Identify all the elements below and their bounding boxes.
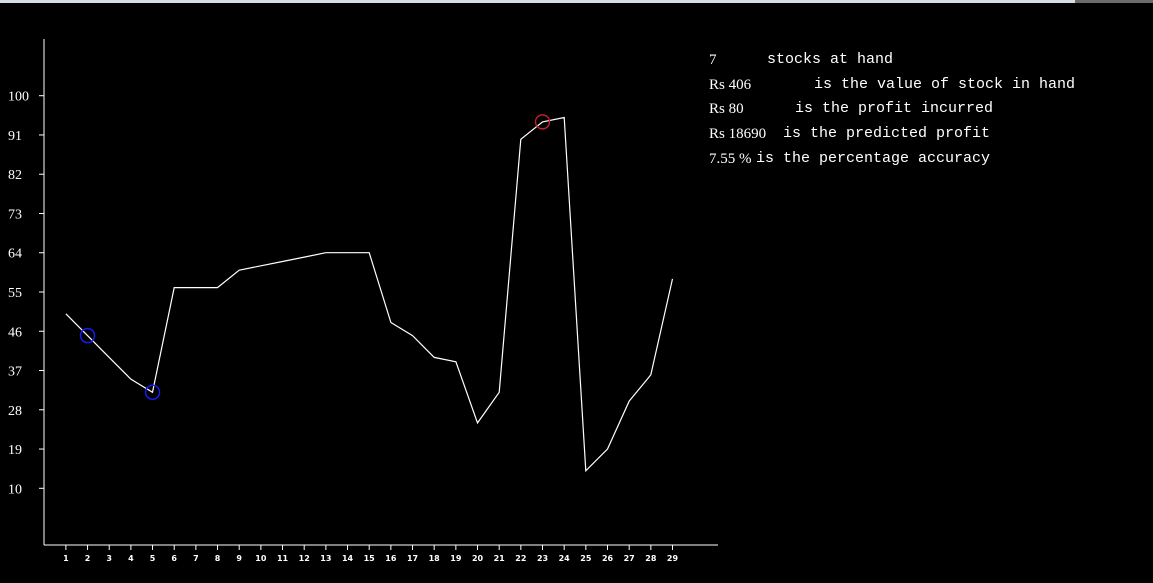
- y-tick-label: 55: [8, 286, 22, 301]
- stocks-at-hand-label: stocks at hand: [767, 51, 894, 68]
- accuracy-value: 7.55 %: [709, 150, 752, 167]
- x-tick-label: 13: [320, 554, 331, 563]
- y-tick-label: 46: [8, 325, 22, 340]
- x-tick-label: 16: [385, 554, 397, 563]
- x-tick-label: 6: [171, 554, 177, 563]
- x-tick-label: 22: [515, 554, 526, 563]
- x-tick-label: 26: [602, 554, 614, 563]
- x-tick-label: 7: [193, 554, 199, 563]
- predicted-profit-amount: Rs 18690: [709, 126, 767, 143]
- x-tick-label: 21: [494, 554, 506, 563]
- x-tick-label: 14: [342, 554, 354, 563]
- y-tick-label: 73: [8, 207, 22, 222]
- y-tick-label: 91: [8, 129, 22, 144]
- x-tick-label: 1: [63, 554, 69, 563]
- y-tick-label: 10: [8, 482, 22, 497]
- x-tick-label: 5: [150, 554, 156, 563]
- x-tick-label: 19: [450, 554, 462, 563]
- y-tick-label: 82: [8, 168, 22, 183]
- accuracy-label: is the percentage accuracy: [756, 149, 991, 167]
- x-tick-label: 9: [236, 554, 242, 563]
- y-tick-label: 100: [8, 90, 29, 105]
- profit-incurred-amount: Rs 80: [709, 101, 744, 118]
- x-tick-label: 2: [85, 554, 91, 563]
- x-tick-label: 23: [537, 554, 548, 563]
- price-line: [65, 116, 674, 473]
- stock-value-amount: Rs 406: [709, 76, 752, 93]
- x-tick-label: 4: [128, 554, 134, 563]
- x-tick-label: 27: [624, 554, 635, 563]
- stock-value-label: is the value of stock in hand: [814, 75, 1076, 93]
- x-tick-label: 28: [645, 554, 657, 563]
- price-series: [65, 116, 674, 473]
- x-tick-label: 29: [667, 554, 679, 563]
- x-tick-label: 24: [559, 554, 571, 563]
- x-tick-label: 15: [364, 554, 376, 563]
- x-tick-label: 11: [277, 554, 289, 563]
- x-tick-label: 18: [429, 554, 441, 563]
- y-tick-label: 64: [8, 247, 22, 262]
- stocks-at-hand-value: 7: [709, 52, 717, 68]
- x-tick-label: 20: [472, 554, 484, 563]
- x-tick-label: 10: [255, 554, 267, 563]
- predicted-profit-label: is the predicted profit: [783, 125, 991, 143]
- x-tick-label: 25: [580, 554, 592, 563]
- trade-markers: [79, 114, 551, 401]
- x-tick-label: 3: [106, 554, 112, 563]
- y-tick-label: 37: [8, 365, 22, 380]
- y-tick-label: 19: [8, 443, 22, 458]
- x-tick-label: 12: [299, 554, 310, 563]
- x-tick-label: 8: [215, 554, 221, 563]
- y-axis-ticks: 10 19 28 37 46 55 64 73 82 91 100: [8, 90, 44, 497]
- x-tick-label: 17: [407, 554, 418, 563]
- x-axis-ticks: 1 2 3 4 5 6 7 8 9 10 11 12 13 14 15 16 17 18 19 20 21 22 23 24 2…: [63, 545, 678, 563]
- y-tick-label: 28: [8, 404, 22, 419]
- profit-incurred-label: is the profit incurred: [795, 100, 994, 118]
